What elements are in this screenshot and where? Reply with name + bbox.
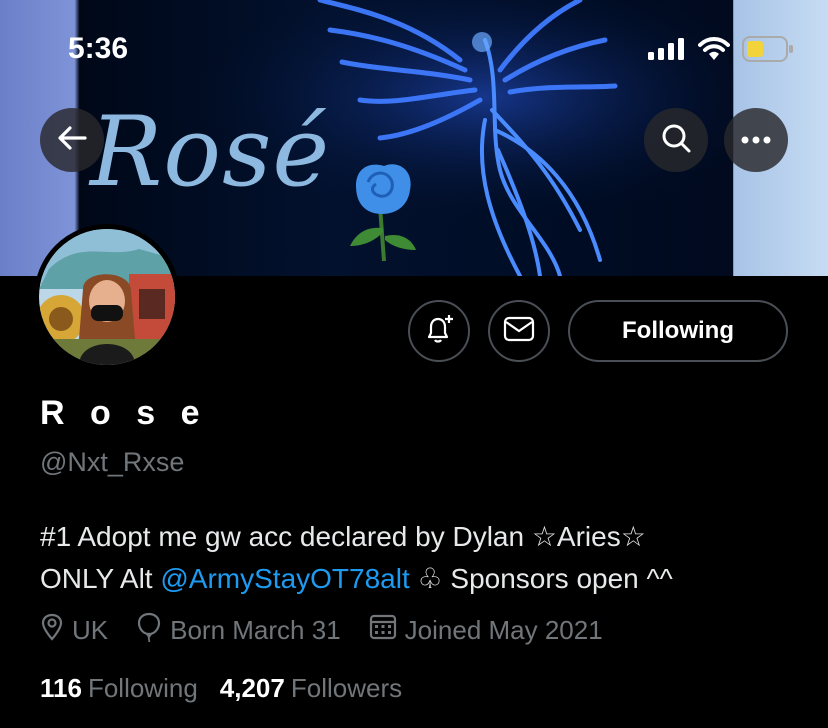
following-button[interactable]: Following [568,300,788,362]
joined-text: Joined May 2021 [404,615,603,645]
more-icon [741,131,771,149]
bio-prefix: ONLY Alt [40,563,161,594]
back-button[interactable] [40,108,104,172]
bio-suffix: ♧ Sponsors open ^^ [409,563,673,594]
follow-counts: 116 Following 4,207 Followers [40,673,402,704]
display-name: R o s e [40,394,208,432]
avatar[interactable] [34,224,180,370]
more-button[interactable] [724,108,788,172]
followers-count-link[interactable]: 4,207 Followers [220,673,402,704]
search-button[interactable] [644,108,708,172]
calendar-icon [369,613,397,648]
battery-icon [742,36,794,67]
birthday-text: Born March 31 [170,615,341,645]
map-pin-icon [40,613,64,648]
bio-line-2: ONLY Alt @ArmyStayOT78alt ♧ Sponsors ope… [40,558,800,600]
signal-icon [648,38,686,65]
location: UK [40,613,108,648]
bio-line-1: #1 Adopt me gw acc declared by Dylan ☆Ar… [40,521,646,552]
status-icons [648,36,794,67]
profile-handle: @Nxt_Rxse [40,447,185,477]
envelope-icon [503,316,535,347]
birthday: Born March 31 [136,612,341,649]
wifi-icon [698,37,730,66]
followers-count-label: Followers [290,673,403,703]
banner-title: Rosé [90,96,331,208]
profile-bio: #1 Adopt me gw acc declared by Dylan ☆Ar… [40,516,800,600]
status-time: 5:36 [68,32,129,65]
arrow-left-icon [57,125,87,156]
following-count-link[interactable]: 116 Following [40,673,198,704]
following-count-label: Following [87,673,198,703]
notify-button[interactable] [408,300,470,362]
joined: Joined May 2021 [369,613,603,648]
followers-count: 4,207 [219,673,285,703]
message-button[interactable] [488,300,550,362]
profile-meta: UK Born March 31 Joined May 2021 [40,612,631,649]
following-count: 116 [40,673,82,703]
bell-plus-icon [423,313,455,350]
balloon-icon [136,612,162,649]
search-icon [660,122,692,159]
location-text: UK [72,615,109,645]
bio-mention-link[interactable]: @ArmyStayOT78alt [160,563,409,594]
